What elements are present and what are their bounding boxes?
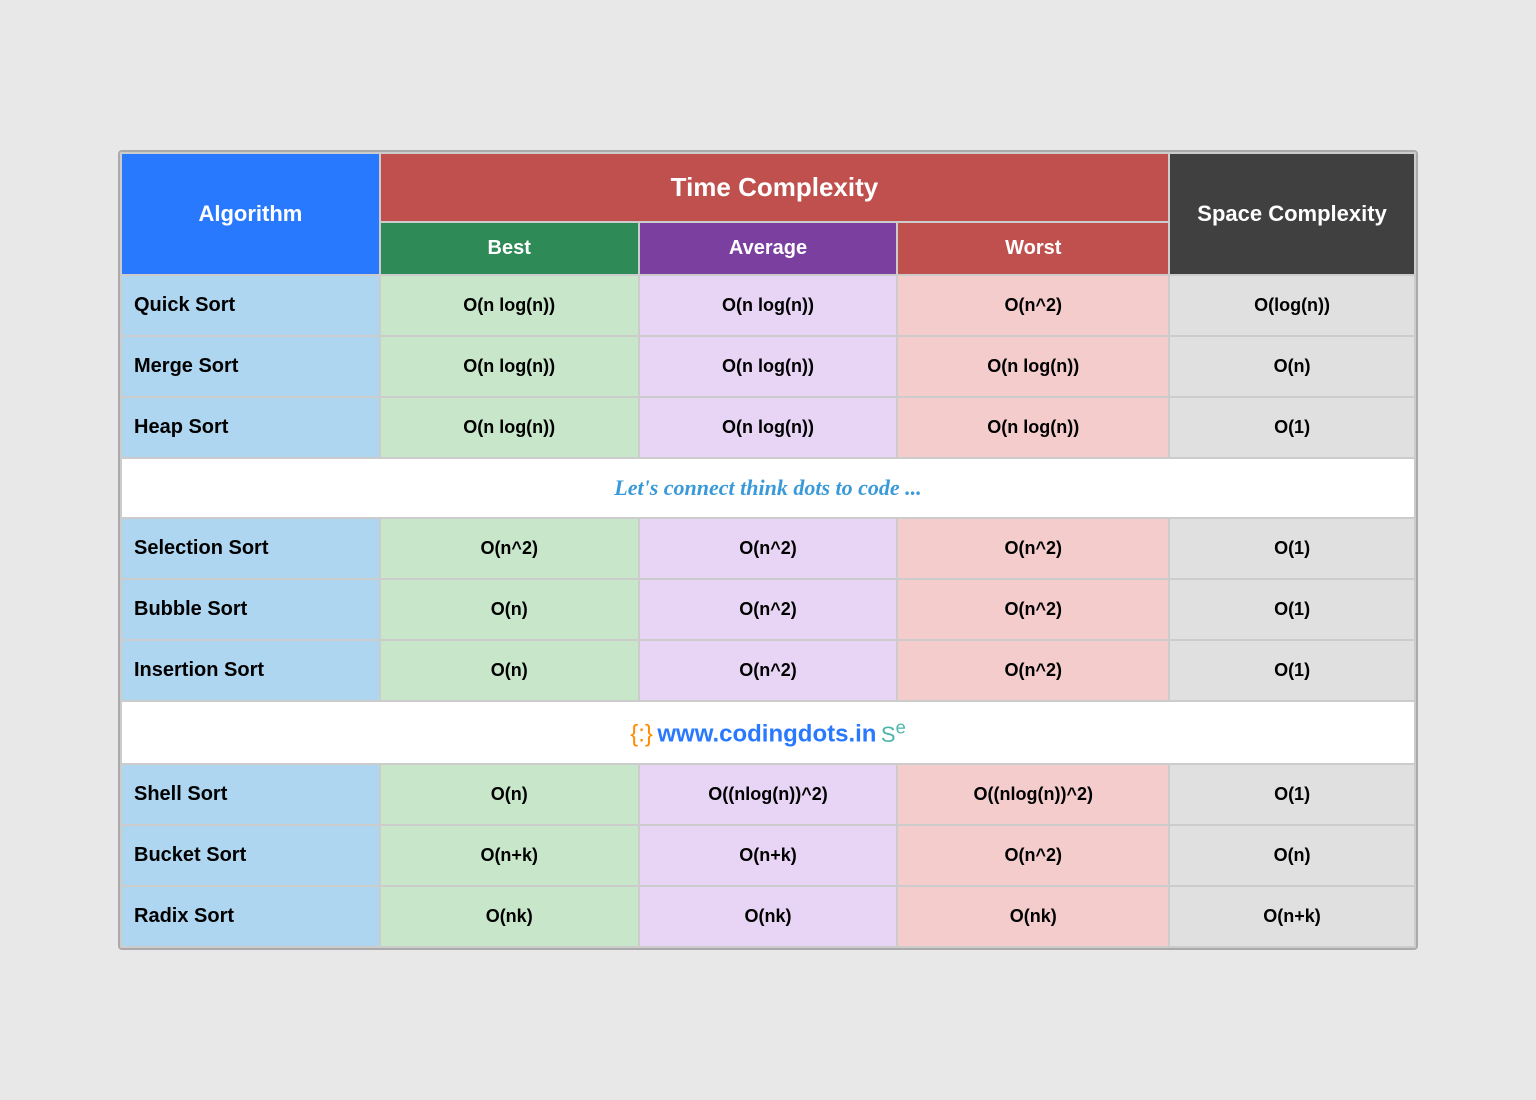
space-value: O(1) bbox=[1169, 518, 1415, 579]
average-value: O(n^2) bbox=[639, 640, 898, 701]
space-value: O(1) bbox=[1169, 579, 1415, 640]
average-value: O(n+k) bbox=[639, 825, 898, 886]
table-row: Quick SortO(n log(n))O(n log(n))O(n^2)O(… bbox=[121, 275, 1415, 336]
brace-icon: {:} bbox=[630, 721, 653, 748]
table-row: Radix SortO(nk)O(nk)O(nk)O(n+k) bbox=[121, 886, 1415, 947]
algorithm-header: Algorithm bbox=[121, 153, 380, 275]
best-value: O(n) bbox=[380, 764, 639, 825]
space-complexity-header: Space Complexity bbox=[1169, 153, 1415, 275]
best-value: O(n log(n)) bbox=[380, 275, 639, 336]
table-row: Bubble SortO(n)O(n^2)O(n^2)O(1) bbox=[121, 579, 1415, 640]
table-row: Bucket SortO(n+k)O(n+k)O(n^2)O(n) bbox=[121, 825, 1415, 886]
average-value: O(n^2) bbox=[639, 579, 898, 640]
space-value: O(1) bbox=[1169, 764, 1415, 825]
website-row: {:} www.codingdots.in Se bbox=[121, 701, 1415, 763]
worst-time-value: O(n^2) bbox=[897, 518, 1169, 579]
space-value: O(n+k) bbox=[1169, 886, 1415, 947]
table-row: Insertion SortO(n)O(n^2)O(n^2)O(1) bbox=[121, 640, 1415, 701]
worst-time-value: O(n log(n)) bbox=[897, 336, 1169, 397]
average-value: O(n log(n)) bbox=[639, 397, 898, 458]
average-header: Average bbox=[639, 222, 898, 275]
algorithm-name: Quick Sort bbox=[121, 275, 380, 336]
best-value: O(n) bbox=[380, 640, 639, 701]
average-value: O(n^2) bbox=[639, 518, 898, 579]
table-row: Merge SortO(n log(n))O(n log(n))O(n log(… bbox=[121, 336, 1415, 397]
space-value: O(log(n)) bbox=[1169, 275, 1415, 336]
best-value: O(n+k) bbox=[380, 825, 639, 886]
complexity-table: Algorithm Time Complexity Space Complexi… bbox=[118, 150, 1418, 949]
worst-time-value: O(n log(n)) bbox=[897, 397, 1169, 458]
worst-time-header: Worst bbox=[897, 222, 1169, 275]
worst-time-value: O(n^2) bbox=[897, 825, 1169, 886]
space-value: O(1) bbox=[1169, 397, 1415, 458]
best-value: O(n^2) bbox=[380, 518, 639, 579]
space-value: O(n) bbox=[1169, 825, 1415, 886]
algorithm-name: Insertion Sort bbox=[121, 640, 380, 701]
average-value: O(n log(n)) bbox=[639, 275, 898, 336]
algorithm-name: Bubble Sort bbox=[121, 579, 380, 640]
best-value: O(n log(n)) bbox=[380, 397, 639, 458]
best-value: O(nk) bbox=[380, 886, 639, 947]
table-row: Selection SortO(n^2)O(n^2)O(n^2)O(1) bbox=[121, 518, 1415, 579]
se-icon: Se bbox=[881, 722, 906, 747]
worst-time-value: O(n^2) bbox=[897, 640, 1169, 701]
average-value: O(nk) bbox=[639, 886, 898, 947]
website-cell: {:} www.codingdots.in Se bbox=[121, 701, 1415, 763]
best-header: Best bbox=[380, 222, 639, 275]
algorithm-name: Radix Sort bbox=[121, 886, 380, 947]
table-row: Heap SortO(n log(n))O(n log(n))O(n log(n… bbox=[121, 397, 1415, 458]
worst-time-value: O(nk) bbox=[897, 886, 1169, 947]
worst-time-value: O(n^2) bbox=[897, 275, 1169, 336]
separator-row-1: Let's connect think dots to code ... bbox=[121, 458, 1415, 518]
algorithm-name: Bucket Sort bbox=[121, 825, 380, 886]
best-value: O(n) bbox=[380, 579, 639, 640]
algorithm-name: Shell Sort bbox=[121, 764, 380, 825]
website-text: www.codingdots.in bbox=[657, 721, 876, 748]
space-value: O(n) bbox=[1169, 336, 1415, 397]
worst-time-value: O(n^2) bbox=[897, 579, 1169, 640]
space-value: O(1) bbox=[1169, 640, 1415, 701]
average-value: O((nlog(n))^2) bbox=[639, 764, 898, 825]
table-row: Shell SortO(n)O((nlog(n))^2)O((nlog(n))^… bbox=[121, 764, 1415, 825]
algorithm-name: Heap Sort bbox=[121, 397, 380, 458]
best-value: O(n log(n)) bbox=[380, 336, 639, 397]
average-value: O(n log(n)) bbox=[639, 336, 898, 397]
worst-time-value: O((nlog(n))^2) bbox=[897, 764, 1169, 825]
time-complexity-header: Time Complexity bbox=[380, 153, 1169, 222]
algorithm-name: Selection Sort bbox=[121, 518, 380, 579]
separator-text-1: Let's connect think dots to code ... bbox=[121, 458, 1415, 518]
algorithm-name: Merge Sort bbox=[121, 336, 380, 397]
